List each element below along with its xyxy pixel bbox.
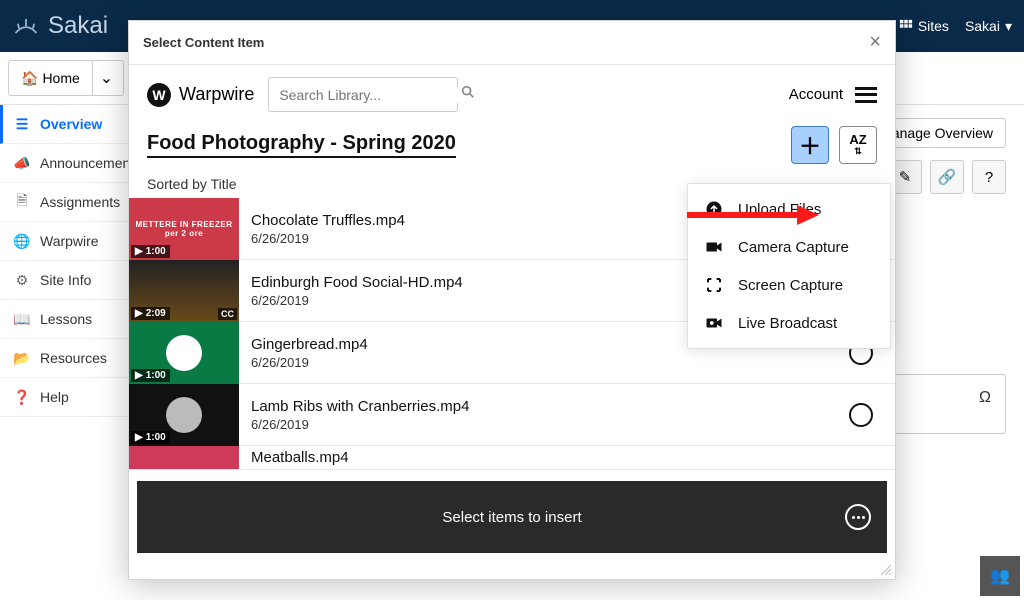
search-input-wrap[interactable]	[268, 77, 458, 112]
video-row[interactable]: Meatballs.mp4	[129, 446, 895, 470]
sort-arrows-icon: ⇅	[854, 146, 862, 156]
resize-handle-icon[interactable]	[879, 563, 893, 577]
gear-icon: ⚙	[14, 272, 30, 288]
sites-link[interactable]: Sites	[899, 18, 949, 34]
logo[interactable]: Sakai	[12, 12, 108, 40]
video-date: 6/26/2019	[251, 355, 837, 370]
video-thumbnail: ▶1:00	[129, 322, 239, 384]
insert-footer: Select items to insert	[137, 481, 887, 553]
modal-title: Select Content Item	[143, 35, 264, 50]
link-icon-button[interactable]: 🔗	[930, 160, 964, 194]
chevron-down-icon: ▾	[1005, 18, 1012, 35]
sakai-logo-icon	[12, 12, 40, 40]
dropdown-live-broadcast[interactable]: Live Broadcast	[688, 304, 890, 342]
people-float-button[interactable]: 👥	[980, 556, 1020, 596]
home-dropdown-caret[interactable]: ⌄	[90, 60, 124, 96]
question-icon: ❓	[14, 389, 30, 405]
screen-icon	[704, 275, 724, 295]
video-title: Lamb Ribs with Cranberries.mp4	[251, 398, 837, 415]
video-thumbnail	[129, 446, 239, 470]
more-icon[interactable]	[845, 504, 871, 530]
close-icon[interactable]: ×	[869, 31, 881, 54]
book-icon: 📖	[14, 311, 30, 327]
sort-az-button[interactable]: AZ⇅	[839, 126, 877, 164]
camera-icon	[704, 237, 724, 257]
select-radio[interactable]	[849, 403, 873, 427]
play-icon: ▶	[135, 246, 143, 257]
list-icon: ☰	[14, 116, 30, 132]
search-input[interactable]	[279, 87, 460, 103]
play-icon: ▶	[135, 308, 143, 319]
warpwire-brand[interactable]: W Warpwire	[147, 83, 254, 107]
grid-icon	[899, 19, 913, 33]
video-thumbnail: ▶1:00	[129, 384, 239, 446]
house-icon: 🏠	[21, 70, 38, 87]
home-button[interactable]: 🏠 Home	[8, 60, 93, 96]
chevron-down-icon: ⌄	[100, 70, 113, 87]
search-icon[interactable]	[460, 84, 476, 105]
help-icon-button[interactable]: ?	[972, 160, 1006, 194]
video-thumbnail: ▶2:09 CC	[129, 260, 239, 322]
video-thumbnail: METTERE IN FREEZER per 2 ore ▶1:00	[129, 198, 239, 260]
broadcast-icon	[704, 313, 724, 333]
folder-icon: 📂	[14, 350, 30, 366]
video-date: 6/26/2019	[251, 417, 837, 432]
video-title: Meatballs.mp4	[251, 449, 883, 466]
user-menu[interactable]: Sakai ▾	[965, 18, 1012, 35]
account-link[interactable]: Account	[789, 86, 843, 103]
hamburger-icon[interactable]	[855, 87, 877, 103]
add-button[interactable]: ＋	[791, 126, 829, 164]
dropdown-camera-capture[interactable]: Camera Capture	[688, 228, 890, 266]
cc-badge: CC	[218, 308, 237, 320]
library-title[interactable]: Food Photography - Spring 2020	[147, 132, 456, 158]
play-icon: ▶	[135, 432, 143, 443]
globe-icon: 🌐	[14, 233, 30, 249]
omega-icon[interactable]: Ω	[979, 389, 991, 407]
logo-text: Sakai	[48, 12, 108, 40]
play-icon: ▶	[135, 370, 143, 381]
warpwire-logo-icon: W	[147, 83, 171, 107]
dropdown-screen-capture[interactable]: Screen Capture	[688, 266, 890, 304]
video-row[interactable]: ▶1:00 Lamb Ribs with Cranberries.mp4 6/26…	[129, 384, 895, 446]
file-icon: 🗎	[14, 194, 30, 210]
select-content-modal: Select Content Item × W Warpwire Account…	[128, 20, 896, 580]
annotation-arrow	[687, 203, 819, 227]
bullhorn-icon: 📣	[14, 155, 30, 171]
